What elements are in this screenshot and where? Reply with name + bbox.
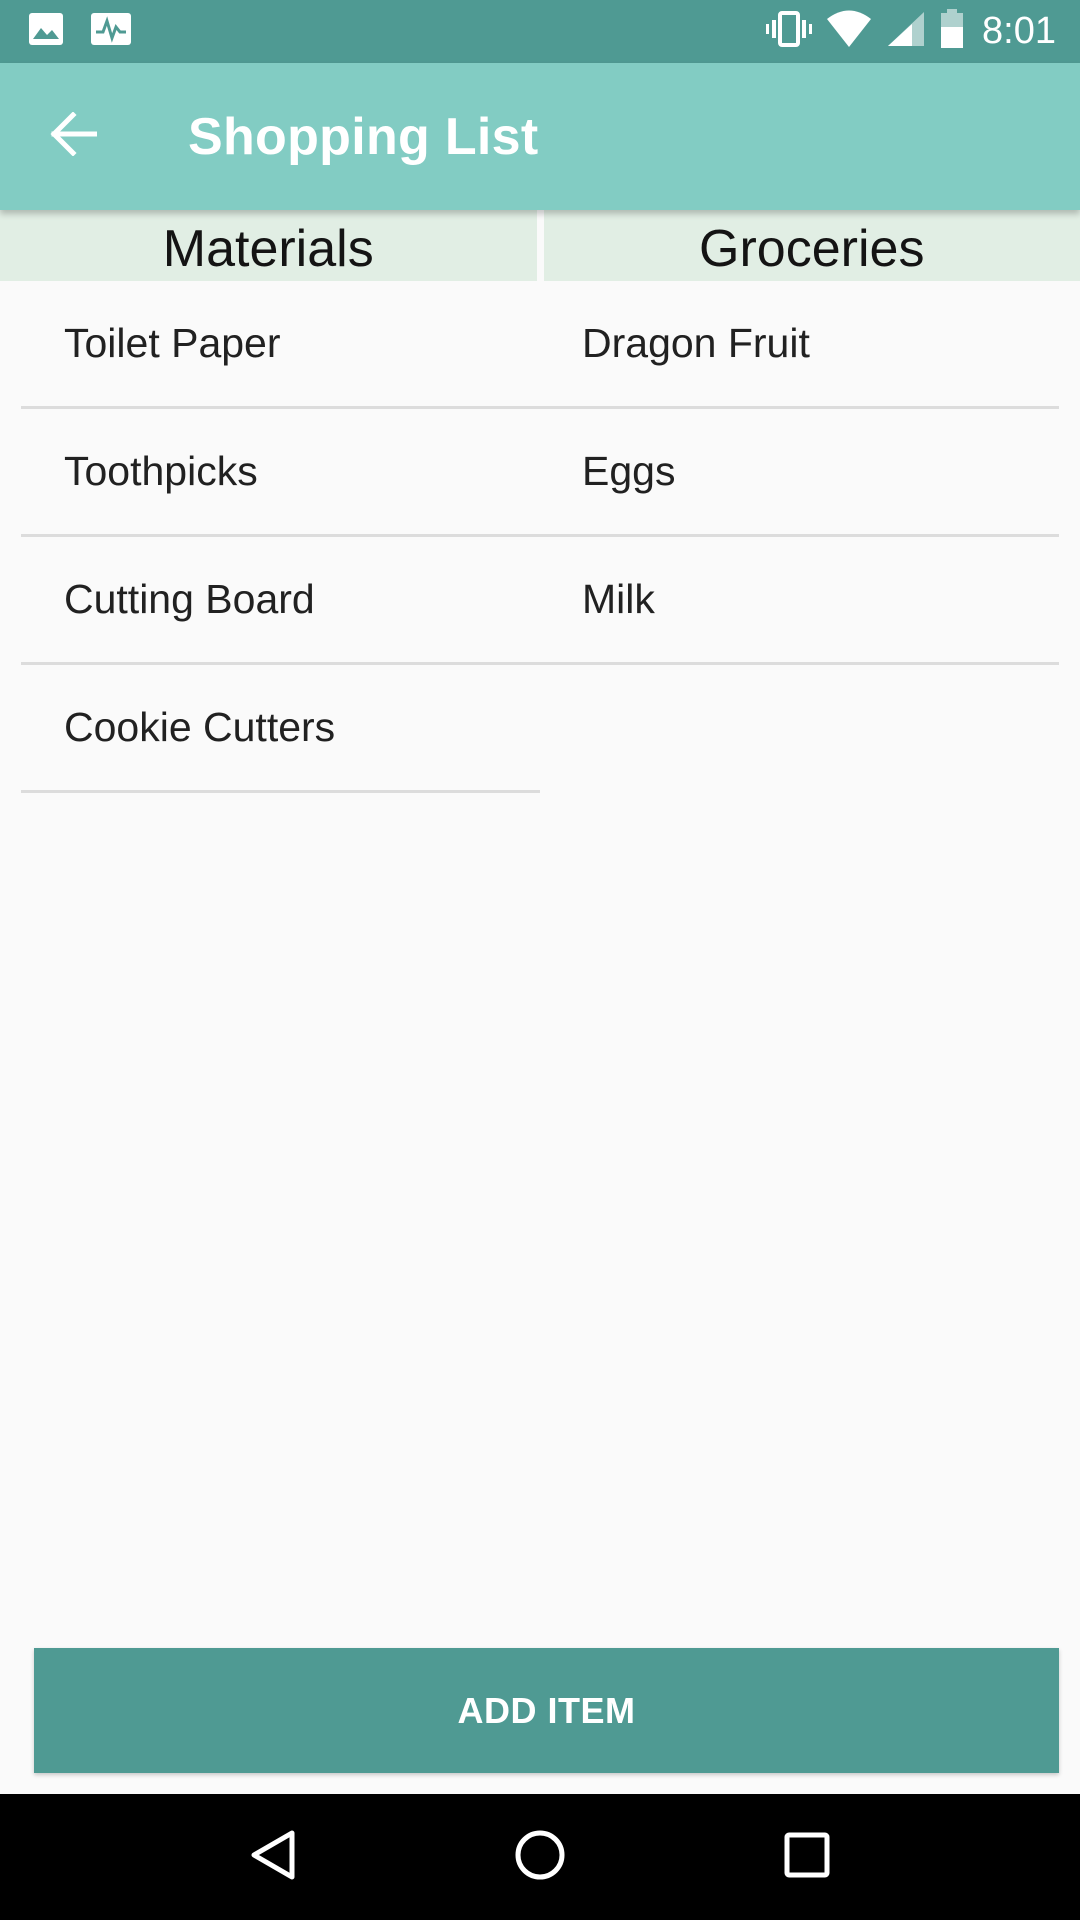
signal-icon [886, 10, 926, 53]
nav-recents-button[interactable] [762, 1812, 852, 1902]
list-item[interactable]: Toilet Paper [21, 281, 540, 409]
list-item[interactable]: Toothpicks [21, 409, 540, 537]
column-headers: Materials Groceries [0, 210, 1080, 281]
add-item-button[interactable]: ADD ITEM [34, 1648, 1059, 1773]
recents-square-icon [783, 1831, 831, 1884]
back-triangle-icon [250, 1829, 296, 1886]
column-header-groceries: Groceries [543, 210, 1080, 281]
list-item[interactable]: Milk [540, 537, 1059, 665]
home-circle-icon [513, 1828, 567, 1887]
app-bar: Shopping List [0, 63, 1080, 210]
list-item[interactable]: Cutting Board [21, 537, 540, 665]
status-time: 8:01 [982, 10, 1056, 52]
status-bar: 8:01 [0, 0, 1080, 63]
column-divider [536, 210, 544, 281]
activity-icon [90, 12, 132, 51]
list-item[interactable]: Dragon Fruit [540, 281, 1059, 409]
status-left [28, 12, 158, 51]
vibrate-icon [766, 10, 813, 53]
groceries-list: Dragon Fruit Eggs Milk [540, 281, 1080, 793]
page-title: Shopping List [188, 107, 539, 166]
back-button[interactable] [18, 82, 128, 192]
nav-back-button[interactable] [228, 1812, 318, 1902]
list-item[interactable]: Cookie Cutters [21, 665, 540, 793]
nav-home-button[interactable] [495, 1812, 585, 1902]
column-header-materials: Materials [0, 210, 537, 281]
battery-icon [940, 9, 964, 54]
status-right: 8:01 [752, 9, 1056, 54]
lists-container: Toilet Paper Toothpicks Cutting Board Co… [0, 281, 1080, 793]
arrow-back-icon [49, 111, 98, 161]
materials-list: Toilet Paper Toothpicks Cutting Board Co… [0, 281, 540, 793]
list-item[interactable]: Eggs [540, 409, 1059, 537]
wifi-icon [826, 10, 872, 53]
navigation-bar [0, 1794, 1080, 1920]
image-icon [28, 12, 64, 51]
